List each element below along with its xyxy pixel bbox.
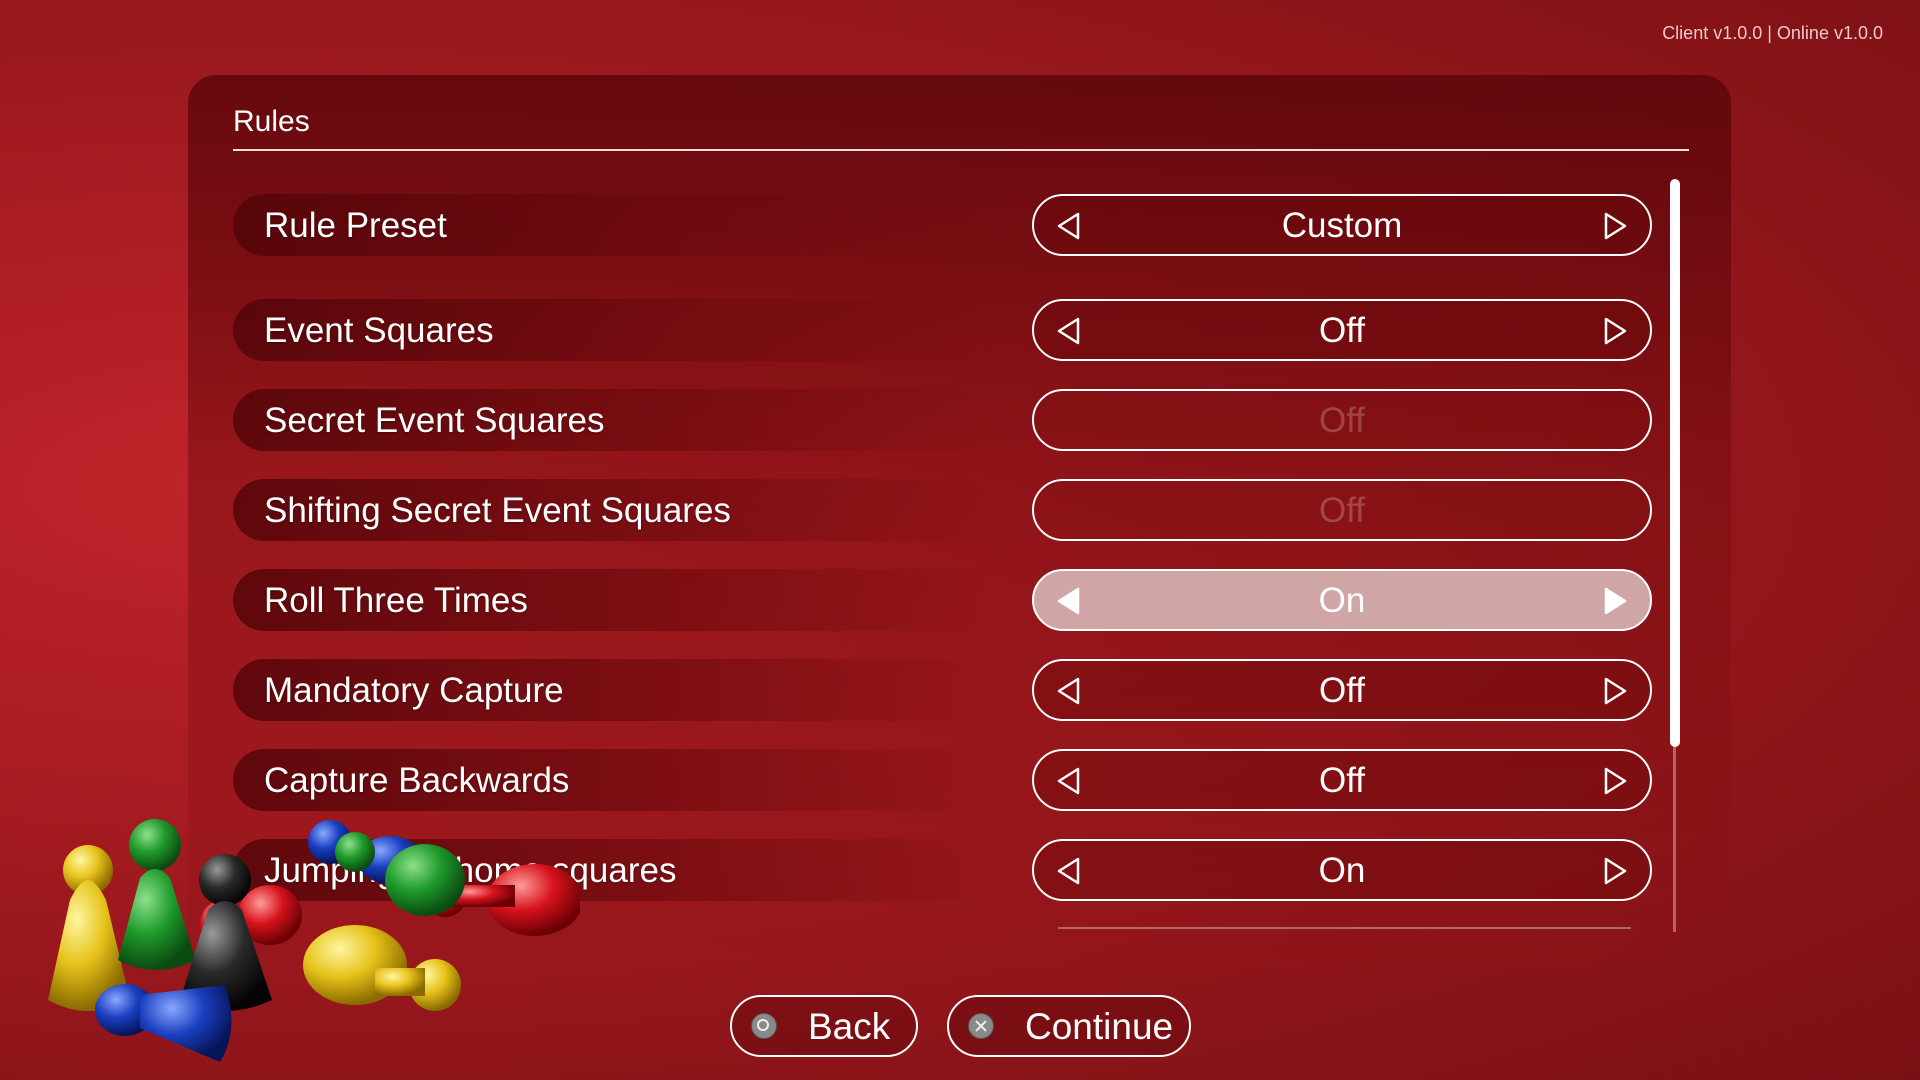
arrow-left-icon[interactable] xyxy=(1054,766,1084,796)
circle-button-icon xyxy=(751,1013,777,1039)
rule-row-capture-backwards[interactable]: Capture Backwards Off xyxy=(233,749,1653,811)
option-selector[interactable]: Custom xyxy=(1032,194,1652,256)
arrow-left-icon[interactable] xyxy=(1054,856,1084,886)
option-value: Off xyxy=(1318,401,1366,440)
rule-row-jumping-on-home-squares[interactable]: Jumping on home squares On xyxy=(233,839,1653,901)
row-label: Jumping on home squares xyxy=(264,851,677,890)
panel-title: Rules xyxy=(233,105,310,138)
row-label: Secret Event Squares xyxy=(264,401,605,440)
rule-row-roll-three-times[interactable]: Roll Three Times On xyxy=(233,569,1653,631)
arrow-right-icon[interactable] xyxy=(1600,856,1630,886)
rule-row-secret-event-squares: Secret Event Squares Off xyxy=(233,389,1653,451)
option-selector-disabled: Off xyxy=(1032,479,1652,541)
back-button[interactable]: Back xyxy=(730,995,918,1057)
option-selector[interactable]: Off xyxy=(1032,659,1652,721)
row-label: Rule Preset xyxy=(264,206,447,245)
scrollbar-thumb[interactable] xyxy=(1670,179,1680,747)
row-label: Event Squares xyxy=(264,311,494,350)
arrow-left-icon[interactable] xyxy=(1054,211,1084,241)
rules-panel: Rules Rule Preset Custom Event Squares O… xyxy=(188,75,1731,968)
row-label: Roll Three Times xyxy=(264,581,528,620)
arrow-right-icon[interactable] xyxy=(1600,676,1630,706)
green-pawn-standing xyxy=(118,819,196,970)
option-value: On xyxy=(1318,851,1366,890)
arrow-left-icon[interactable] xyxy=(1054,586,1084,616)
arrow-right-icon[interactable] xyxy=(1600,316,1630,346)
rule-row-event-squares[interactable]: Event Squares Off xyxy=(233,299,1653,361)
yellow-pawn-standing xyxy=(48,845,130,1011)
arrow-right-icon[interactable] xyxy=(1600,586,1630,616)
rule-row-rule-preset[interactable]: Rule Preset Custom xyxy=(233,194,1653,256)
option-selector[interactable]: On xyxy=(1032,839,1652,901)
title-divider xyxy=(233,149,1689,151)
row-label: Mandatory Capture xyxy=(264,671,564,710)
row-label: Shifting Secret Event Squares xyxy=(264,491,731,530)
option-selector-focused[interactable]: On xyxy=(1032,569,1652,631)
option-value: Off xyxy=(1318,761,1366,800)
row-label: Capture Backwards xyxy=(264,761,570,800)
option-value: Custom xyxy=(1281,206,1403,245)
rule-row-mandatory-capture[interactable]: Mandatory Capture Off xyxy=(233,659,1653,721)
blue-pawn-lying xyxy=(95,984,232,1062)
arrow-right-icon[interactable] xyxy=(1600,211,1630,241)
version-info: Client v1.0.0 | Online v1.0.0 xyxy=(1662,23,1883,43)
list-fade-divider xyxy=(1058,927,1631,929)
arrow-left-icon[interactable] xyxy=(1054,676,1084,706)
rule-row-shifting-secret-event-squares: Shifting Secret Event Squares Off xyxy=(233,479,1653,541)
continue-button-label: Continue xyxy=(1025,1006,1174,1047)
option-selector-disabled: Off xyxy=(1032,389,1652,451)
option-value: Off xyxy=(1318,671,1366,710)
option-value: Off xyxy=(1318,491,1366,530)
option-value: Off xyxy=(1318,311,1366,350)
option-selector[interactable]: Off xyxy=(1032,299,1652,361)
arrow-right-icon[interactable] xyxy=(1600,766,1630,796)
back-button-label: Back xyxy=(808,1006,891,1047)
option-selector[interactable]: Off xyxy=(1032,749,1652,811)
cross-button-icon xyxy=(968,1013,994,1039)
arrow-left-icon[interactable] xyxy=(1054,316,1084,346)
continue-button[interactable]: Continue xyxy=(947,995,1191,1057)
option-value: On xyxy=(1318,581,1366,620)
